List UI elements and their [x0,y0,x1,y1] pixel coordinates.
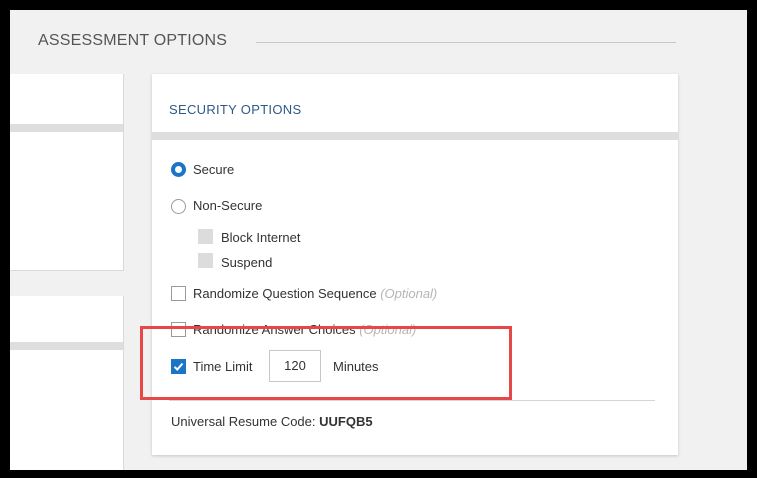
secure-label[interactable]: Secure [193,162,234,177]
secure-radio[interactable] [171,162,186,177]
security-options-title: SECURITY OPTIONS [169,102,302,117]
randomize-answer-optional: (Optional) [359,322,417,337]
suspend-checkbox[interactable] [198,253,213,268]
time-limit-checkbox[interactable] [171,359,186,374]
security-options-divider [152,132,678,140]
header-divider [256,42,676,43]
randomize-answer-row[interactable]: Randomize Answer Choices (Optional) [193,322,416,337]
block-internet-label: Block Internet [221,230,301,245]
time-limit-label[interactable]: Time Limit [193,359,252,374]
left-card-bottom [10,296,124,470]
resume-code-value: UUFQB5 [319,414,373,429]
left-card-top-bar [10,124,123,132]
nonsecure-label[interactable]: Non-Secure [193,198,262,213]
nonsecure-radio[interactable] [171,199,186,214]
randomize-question-checkbox[interactable] [171,286,186,301]
randomize-question-label: Randomize Question Sequence [193,286,377,301]
randomize-answer-label: Randomize Answer Choices [193,322,356,337]
time-limit-input[interactable]: 120 [269,350,321,382]
resume-code-row: Universal Resume Code: UUFQB5 [171,414,373,429]
resume-code-divider [169,400,655,401]
left-card-top [10,74,124,271]
block-internet-checkbox[interactable] [198,229,213,244]
minutes-label: Minutes [333,359,379,374]
randomize-question-row[interactable]: Randomize Question Sequence (Optional) [193,286,437,301]
left-card-bottom-bar [10,342,123,350]
assessment-options-header: ASSESSMENT OPTIONS [10,24,747,58]
randomize-answer-checkbox[interactable] [171,322,186,337]
suspend-label: Suspend [221,255,273,270]
section-title: ASSESSMENT OPTIONS [38,32,228,49]
security-options-card: SECURITY OPTIONS Secure Non-Secure Block… [152,74,678,455]
checkmark-icon [173,362,184,371]
randomize-question-optional: (Optional) [380,286,438,301]
screen-viewport: ASSESSMENT OPTIONS SECURITY OPTIONS Secu… [10,10,747,470]
resume-code-label: Universal Resume Code: [171,414,316,429]
